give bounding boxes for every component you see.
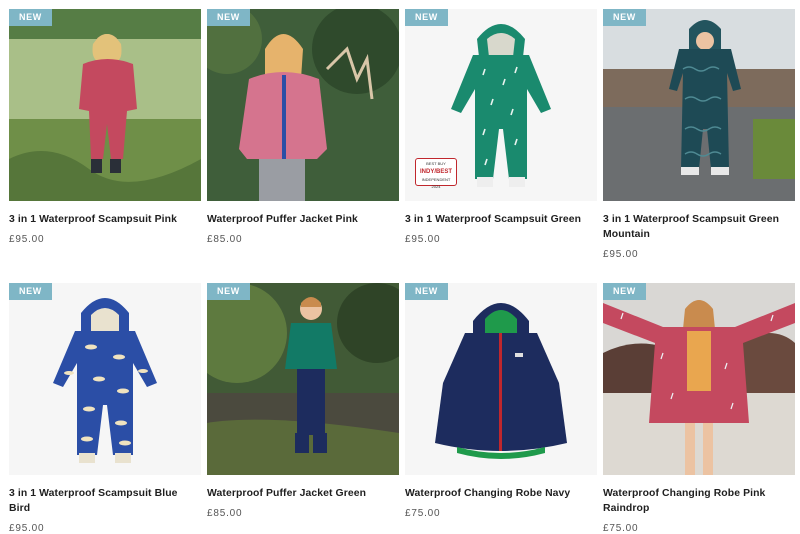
new-badge: NEW [405, 283, 448, 300]
product-price: £95.00 [405, 234, 441, 245]
product-price: £75.00 [603, 523, 639, 534]
product-photo [207, 9, 399, 201]
new-badge: NEW [9, 9, 52, 26]
product-photo [9, 283, 201, 475]
award-line4: 2024 [431, 184, 441, 189]
product-grid: NEW 3 in 1 Waterproof Scampsuit Pink £95… [0, 0, 800, 534]
product-price: £85.00 [207, 234, 243, 245]
product-photo [405, 283, 597, 475]
product-price: £85.00 [207, 508, 243, 519]
product-image[interactable]: NEW [9, 283, 201, 475]
product-card[interactable]: NEW 3 in 1 Waterproof Scampsuit Green Mo… [603, 9, 795, 260]
award-line3: INDEPENDENT [421, 177, 451, 182]
product-card[interactable]: NEW Waterproof Puffer Jacket Green £85.0… [207, 283, 399, 519]
product-title[interactable]: Waterproof Changing Robe Navy [405, 486, 597, 501]
product-image[interactable]: BEST BUY INDY/BEST INDEPENDENT 2024 NEW [405, 9, 597, 201]
product-image[interactable]: NEW [9, 9, 201, 201]
new-badge: NEW [207, 9, 250, 26]
product-image[interactable]: NEW [207, 283, 399, 475]
product-title[interactable]: Waterproof Changing Robe Pink Raindrop [603, 486, 795, 516]
new-badge: NEW [405, 9, 448, 26]
product-card[interactable]: NEW 3 in 1 Waterproof Scampsuit Pink £95… [9, 9, 201, 245]
award-line2: INDY/BEST [419, 169, 452, 175]
product-card[interactable]: NEW Waterproof Changing Robe Pink Raindr… [603, 283, 795, 534]
product-title[interactable]: 3 in 1 Waterproof Scampsuit Green [405, 212, 597, 227]
product-card[interactable]: NEW Waterproof Changing Robe Navy £75.00 [405, 283, 597, 519]
product-image[interactable]: NEW [405, 283, 597, 475]
award-line1: BEST BUY [426, 161, 446, 166]
product-title[interactable]: 3 in 1 Waterproof Scampsuit Green Mounta… [603, 212, 795, 242]
new-badge: NEW [603, 9, 646, 26]
product-price: £75.00 [405, 508, 441, 519]
product-image[interactable]: NEW [207, 9, 399, 201]
product-title[interactable]: 3 in 1 Waterproof Scampsuit Blue Bird [9, 486, 201, 516]
product-image[interactable]: NEW [603, 283, 795, 475]
product-image[interactable]: NEW [603, 9, 795, 201]
product-card[interactable]: BEST BUY INDY/BEST INDEPENDENT 2024 NEW … [405, 9, 597, 245]
product-price: £95.00 [603, 249, 639, 260]
product-price: £95.00 [9, 523, 45, 534]
award-badge: BEST BUY INDY/BEST INDEPENDENT 2024 [415, 158, 457, 189]
product-photo [603, 283, 795, 475]
product-photo [9, 9, 201, 201]
new-badge: NEW [9, 283, 52, 300]
product-card[interactable]: NEW Waterproof Puffer Jacket Pink £85.00 [207, 9, 399, 245]
product-card[interactable]: NEW 3 in 1 Waterproof Scampsuit Blue Bir… [9, 283, 201, 534]
new-badge: NEW [603, 283, 646, 300]
product-photo [603, 9, 795, 201]
product-photo [207, 283, 399, 475]
product-price: £95.00 [9, 234, 45, 245]
new-badge: NEW [207, 283, 250, 300]
product-title[interactable]: Waterproof Puffer Jacket Green [207, 486, 399, 501]
product-title[interactable]: Waterproof Puffer Jacket Pink [207, 212, 399, 227]
product-title[interactable]: 3 in 1 Waterproof Scampsuit Pink [9, 212, 201, 227]
